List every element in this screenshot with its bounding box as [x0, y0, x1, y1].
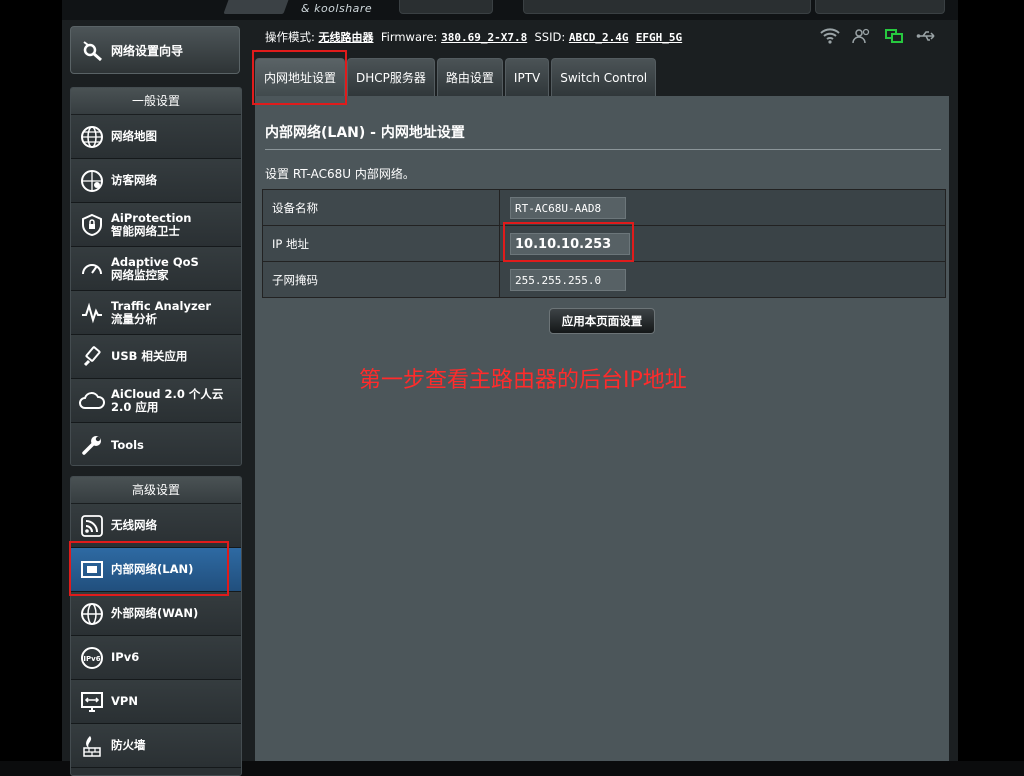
- menu-label: AiCloud 2.0 个人云 2.0 应用: [111, 386, 224, 414]
- ssid-5g-link[interactable]: EFGH_5G: [636, 31, 682, 44]
- subnet-mask-label: 子网掩码: [263, 262, 500, 297]
- apply-settings-button[interactable]: 应用本页面设置: [549, 308, 655, 334]
- highlight-box-tab: [252, 50, 347, 105]
- subnet-mask-input[interactable]: 255.255.255.0: [510, 268, 626, 291]
- firmware-version-link[interactable]: 380.69_2-X7.8: [441, 31, 527, 44]
- page-description: 设置 RT-AC68U 内部网络。: [265, 167, 415, 181]
- wrench-icon: [79, 432, 105, 458]
- wan-globe-icon: [79, 601, 105, 627]
- highlight-box-ip: [503, 222, 634, 262]
- menu-label: 防火墙: [111, 738, 146, 752]
- menu-vpn[interactable]: VPN: [71, 680, 241, 724]
- menu-label: Traffic Analyzer 流量分析: [111, 298, 212, 326]
- tab-dhcp-server[interactable]: DHCP服务器: [347, 58, 435, 96]
- ip-address-label: IP 地址: [263, 226, 500, 261]
- general-settings-title: 一般设置: [71, 88, 241, 115]
- router-admin-app: & koolshare 网络设置向导 一般设置 网络地图 访客网络 AiProt…: [62, 0, 958, 776]
- menu-ipv6[interactable]: IPv6 IPv6: [71, 636, 241, 680]
- menu-label: 访客网络: [111, 173, 157, 187]
- annotation-text: 第一步查看主路由器的后台IP地址: [359, 368, 687, 393]
- menu-label: Tools: [111, 437, 144, 452]
- ipv6-icon: IPv6: [79, 645, 105, 671]
- device-name-label: 设备名称: [263, 190, 500, 225]
- menu-adaptive-qos[interactable]: Adaptive QoS 网络监控家: [71, 247, 241, 291]
- menu-label: USB 相关应用: [111, 349, 188, 363]
- system-info-bar: 操作模式: 无线路由器 Firmware: 380.69_2-X7.8 SSID…: [265, 29, 682, 45]
- wifi-status-icon[interactable]: [820, 28, 840, 48]
- operation-mode-label: 操作模式:: [265, 30, 315, 44]
- usb-status-icon[interactable]: [916, 28, 938, 48]
- clients-status-icon[interactable]: [852, 28, 872, 48]
- wizard-label: 网络设置向导: [111, 43, 184, 58]
- tab-iptv[interactable]: IPTV: [504, 58, 550, 96]
- content-panel: 内部网络(LAN) - 内网地址设置 设置 RT-AC68U 内部网络。 设备名…: [255, 96, 949, 761]
- advanced-settings-title: 高级设置: [71, 477, 241, 504]
- vpn-icon: [79, 689, 105, 715]
- menu-label: IPv6: [111, 650, 140, 664]
- menu-label: 无线网络: [111, 518, 157, 532]
- menu-label: VPN: [111, 694, 138, 708]
- general-settings-group: 一般设置 网络地图 访客网络 AiProtection 智能网络卫士 Adapt…: [70, 87, 242, 466]
- ssid-2g-link[interactable]: ABCD_2.4G: [569, 31, 629, 44]
- cloud-icon: [79, 388, 105, 414]
- logo-subtitle: & koolshare: [301, 2, 373, 15]
- speedometer-icon: [79, 256, 105, 282]
- network-status-icon[interactable]: [884, 28, 904, 48]
- firewall-icon: [79, 733, 105, 759]
- shield-lock-icon: [79, 212, 105, 238]
- svg-text:IPv6: IPv6: [83, 655, 100, 663]
- table-row: 子网掩码 255.255.255.0: [263, 262, 945, 297]
- title-divider: [265, 149, 941, 150]
- guest-network-icon: [79, 168, 105, 194]
- globe-icon: [79, 124, 105, 150]
- wizard-icon: [79, 37, 105, 63]
- table-row: 设备名称 RT-AC68U-AAD8: [263, 190, 945, 226]
- usb-icon: [79, 344, 105, 370]
- header-button-middle[interactable]: [523, 0, 811, 14]
- outer-frame-left: [0, 0, 62, 761]
- header-button-right[interactable]: [815, 0, 945, 14]
- tab-route[interactable]: 路由设置: [436, 58, 503, 96]
- operation-mode-link[interactable]: 无线路由器: [319, 31, 374, 44]
- menu-label: AiProtection 智能网络卫士: [111, 210, 192, 238]
- menu-tools[interactable]: Tools: [71, 423, 241, 465]
- advanced-settings-group: 高级设置 无线网络 内部网络(LAN) 外部网络(WAN) IPv6 IPv6 …: [70, 476, 242, 776]
- menu-guest-network[interactable]: 访客网络: [71, 159, 241, 203]
- menu-aiprotection[interactable]: AiProtection 智能网络卫士: [71, 203, 241, 247]
- device-name-input[interactable]: RT-AC68U-AAD8: [510, 196, 626, 219]
- menu-traffic-analyzer[interactable]: Traffic Analyzer 流量分析: [71, 291, 241, 335]
- menu-aicloud[interactable]: AiCloud 2.0 个人云 2.0 应用: [71, 379, 241, 423]
- ssid-label: SSID:: [534, 30, 566, 44]
- menu-label: Adaptive QoS 网络监控家: [111, 254, 199, 282]
- menu-network-map[interactable]: 网络地图: [71, 115, 241, 159]
- menu-usb-apps[interactable]: USB 相关应用: [71, 335, 241, 379]
- highlight-box-lan-menu: [69, 541, 229, 596]
- menu-label: 外部网络(WAN): [111, 606, 199, 620]
- wireless-icon: [79, 513, 105, 539]
- network-setup-wizard-button[interactable]: 网络设置向导: [70, 26, 240, 74]
- traffic-icon: [79, 300, 105, 326]
- outer-frame-right: [958, 0, 1024, 761]
- header-button-left[interactable]: [399, 0, 493, 14]
- page-title: 内部网络(LAN) - 内网地址设置: [265, 125, 465, 141]
- header-banner: & koolshare: [62, 0, 958, 20]
- menu-label: 网络地图: [111, 129, 157, 143]
- tab-switch-control[interactable]: Switch Control: [551, 58, 657, 96]
- firmware-label: Firmware:: [380, 30, 438, 44]
- status-icons: [820, 28, 938, 48]
- router-image: [223, 0, 291, 14]
- menu-firewall[interactable]: 防火墙: [71, 724, 241, 768]
- menu-wan[interactable]: 外部网络(WAN): [71, 592, 241, 636]
